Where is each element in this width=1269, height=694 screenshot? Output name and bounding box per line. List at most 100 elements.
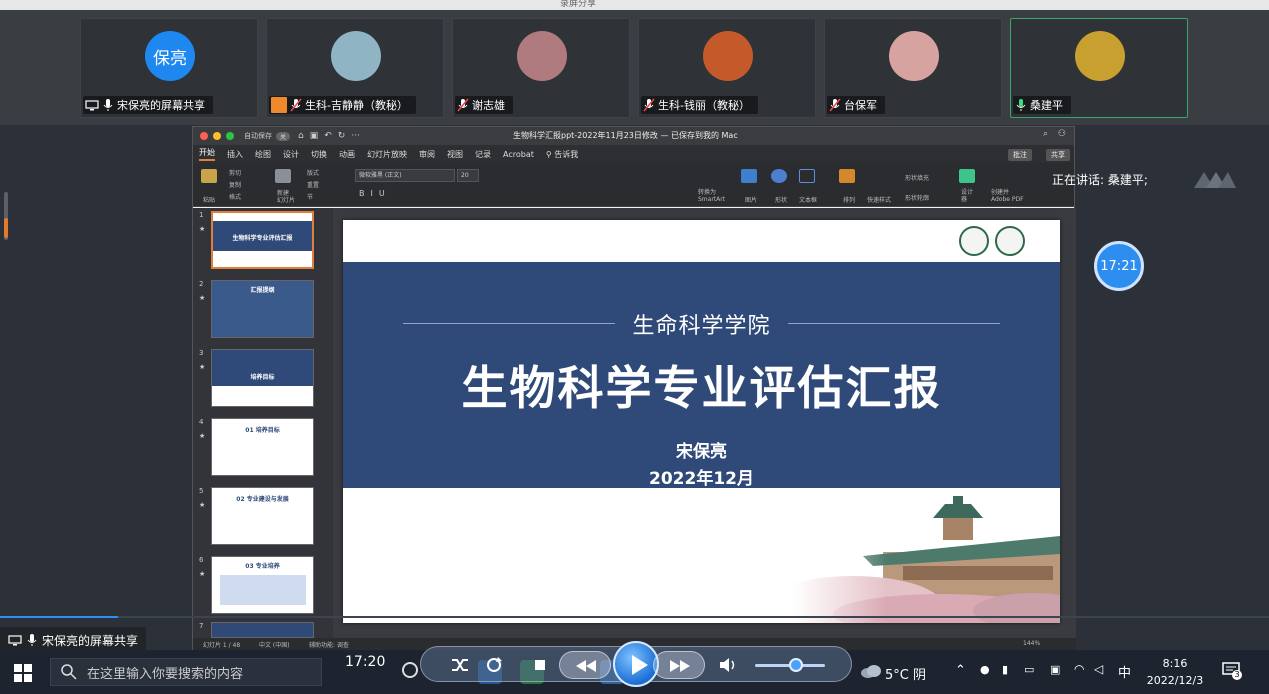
repeat-icon[interactable] xyxy=(483,655,505,675)
tab-insert[interactable]: 插入 xyxy=(227,149,243,160)
slide-thumbnail-row[interactable]: 5 ★ 02 专业建设与发展 xyxy=(197,487,327,549)
slide-thumbnail[interactable]: 培养目标 xyxy=(211,349,314,407)
autosave-toggle[interactable]: 关 xyxy=(276,131,291,141)
display-tray-icon[interactable]: ▣ xyxy=(1050,663,1060,676)
picture-icon[interactable] xyxy=(741,169,757,183)
textbox-icon[interactable] xyxy=(799,169,815,183)
home-icon[interactable]: ⌂ xyxy=(298,131,304,141)
participant-tile-active-speaker[interactable]: 桑建平 xyxy=(1010,18,1188,118)
save-icon[interactable]: ▣ xyxy=(310,131,319,141)
designer-icon[interactable] xyxy=(959,169,975,183)
slide-thumbnail-row[interactable]: 1 ★ 生物科学专业评估汇报 xyxy=(197,211,327,273)
create-pdf-button[interactable]: 创建并 Adobe PDF xyxy=(991,189,1024,203)
shuffle-icon[interactable] xyxy=(449,655,471,675)
undo-icon[interactable]: ↶ xyxy=(324,131,332,141)
side-panel-handle-indicator xyxy=(4,218,8,238)
next-button[interactable] xyxy=(653,651,705,679)
tab-record[interactable]: 记录 xyxy=(475,149,491,160)
slide-thumbnail[interactable]: 02 专业建设与发展 xyxy=(211,487,314,545)
slide-workspace: 1 ★ 生物科学专业评估汇报 2 ★ 汇报提纲 3 ★ 培养目标 4 ★ 01 … xyxy=(193,208,1076,638)
smartart-button[interactable]: 转换为 SmartArt xyxy=(698,189,725,203)
playback-progress-line[interactable] xyxy=(0,616,1269,618)
taskbar-clock[interactable]: 8:16 2022/12/3 xyxy=(1145,655,1205,689)
accessibility-status[interactable]: 辅助功能: 调查 xyxy=(309,640,349,649)
ime-indicator[interactable]: 中 xyxy=(1118,662,1131,681)
redo-icon[interactable]: ↻ xyxy=(338,131,346,141)
slide-thumbnail-row[interactable]: 7 xyxy=(197,622,327,638)
participant-tile[interactable]: 生科-吉静静（教秘） xyxy=(266,18,444,118)
volume-icon[interactable]: ◁ xyxy=(1094,662,1103,676)
arrange-icon[interactable] xyxy=(839,169,855,183)
textbox-label: 文本框 xyxy=(799,197,818,204)
shape-fill-button[interactable]: 形状填充 xyxy=(905,173,929,182)
slide-number: 2 xyxy=(199,280,204,288)
participant-tile[interactable]: 保亮 宋保亮的屏幕共享 xyxy=(80,18,258,118)
wifi-icon[interactable]: ◠ xyxy=(1074,662,1084,676)
cut-button[interactable]: 剪切 xyxy=(229,168,241,177)
chevron-up-icon[interactable]: ⌃ xyxy=(955,663,966,678)
comments-button[interactable]: 批注 xyxy=(1008,149,1032,161)
tab-slideshow[interactable]: 幻灯片放映 xyxy=(367,149,407,160)
participant-tile[interactable]: 生科-钱丽（教秘） xyxy=(638,18,816,118)
star-icon: ★ xyxy=(199,501,206,509)
participant-name: 谢志雄 xyxy=(472,99,505,112)
quick-styles-button[interactable]: 快速样式 xyxy=(867,195,891,204)
slide-thumbnail-row[interactable]: 6 ★ 03 专业培养 xyxy=(197,556,327,618)
timer-bubble[interactable]: 17:21 xyxy=(1094,241,1144,291)
tab-acrobat[interactable]: Acrobat xyxy=(503,150,534,159)
section-button[interactable]: 节 xyxy=(307,192,313,201)
notification-center-icon[interactable]: 3 xyxy=(1222,662,1242,680)
slide-thumbnail-row[interactable]: 2 ★ 汇报提纲 xyxy=(197,280,327,342)
font-format-buttons[interactable]: BIU xyxy=(359,189,391,198)
shape-outline-button[interactable]: 形状轮廓 xyxy=(905,193,929,202)
mic-tray-icon[interactable]: ▮ xyxy=(1002,663,1008,676)
close-window-button[interactable] xyxy=(200,132,208,140)
participant-tile[interactable]: 台保军 xyxy=(824,18,1002,118)
participant-tile[interactable]: 谢志雄 xyxy=(452,18,630,118)
tab-draw[interactable]: 绘图 xyxy=(255,149,271,160)
tab-transitions[interactable]: 切换 xyxy=(311,149,327,160)
share-button[interactable]: 共享 xyxy=(1046,149,1070,161)
windows-start-icon[interactable] xyxy=(14,664,32,682)
stop-icon[interactable] xyxy=(529,655,551,675)
zoom-window-button[interactable] xyxy=(226,132,234,140)
cortana-icon[interactable] xyxy=(402,662,418,678)
tab-animations[interactable]: 动画 xyxy=(339,149,355,160)
tab-home[interactable]: 开始 xyxy=(199,147,215,161)
format-painter-button[interactable]: 格式 xyxy=(229,192,241,201)
slide-thumbnail[interactable]: 01 培养目标 xyxy=(211,418,314,476)
font-size-select[interactable]: 20 xyxy=(457,169,479,182)
paste-icon[interactable] xyxy=(201,169,217,183)
participant-name: 生科-吉静静（教秘） xyxy=(305,99,408,112)
reset-button[interactable]: 重置 xyxy=(307,180,319,189)
layout-button[interactable]: 版式 xyxy=(307,168,319,177)
keyboard-tray-icon[interactable]: ▭ xyxy=(1024,663,1034,676)
slide-thumbnail-row[interactable]: 3 ★ 培养目标 xyxy=(197,349,327,411)
tab-view[interactable]: 视图 xyxy=(447,149,463,160)
slide-thumbnail[interactable]: 03 专业培养 xyxy=(211,556,314,614)
font-name-select[interactable]: 微软雅黑 (正文) xyxy=(355,169,455,182)
taskbar-search-input[interactable]: 在这里输入你要搜索的内容 xyxy=(50,658,322,686)
tray-app-icon[interactable]: ● xyxy=(980,663,990,676)
volume-slider-knob[interactable] xyxy=(789,658,803,672)
weather-text[interactable]: 5°C 阴 xyxy=(885,664,926,683)
volume-icon[interactable] xyxy=(717,655,739,675)
zoom-level[interactable]: 144% xyxy=(1023,640,1040,647)
share-people-icon[interactable]: ⚇ xyxy=(1058,129,1066,139)
tab-tell-me[interactable]: ⚲ 告诉我 xyxy=(546,149,578,160)
minimize-window-button[interactable] xyxy=(213,132,221,140)
new-slide-icon[interactable] xyxy=(275,169,291,183)
copy-button[interactable]: 复制 xyxy=(229,180,241,189)
more-icon[interactable]: ··· xyxy=(351,131,360,141)
tab-design[interactable]: 设计 xyxy=(283,149,299,160)
tab-review[interactable]: 审阅 xyxy=(419,149,435,160)
shape-icon[interactable] xyxy=(771,169,787,183)
speaking-indicator: 正在讲话: 桑建平; xyxy=(1052,173,1148,187)
previous-button[interactable] xyxy=(559,651,611,679)
slide-thumbnail[interactable] xyxy=(211,622,314,638)
slide-thumbnail[interactable]: 汇报提纲 xyxy=(211,280,314,338)
search-icon[interactable]: ⌕ xyxy=(1043,129,1048,139)
current-slide[interactable]: 生命科学学院 生物科学专业评估汇报 宋保亮 2022年12月 xyxy=(343,220,1060,623)
slide-thumbnail-selected[interactable]: 生物科学专业评估汇报 xyxy=(211,211,314,269)
slide-thumbnail-row[interactable]: 4 ★ 01 培养目标 xyxy=(197,418,327,480)
